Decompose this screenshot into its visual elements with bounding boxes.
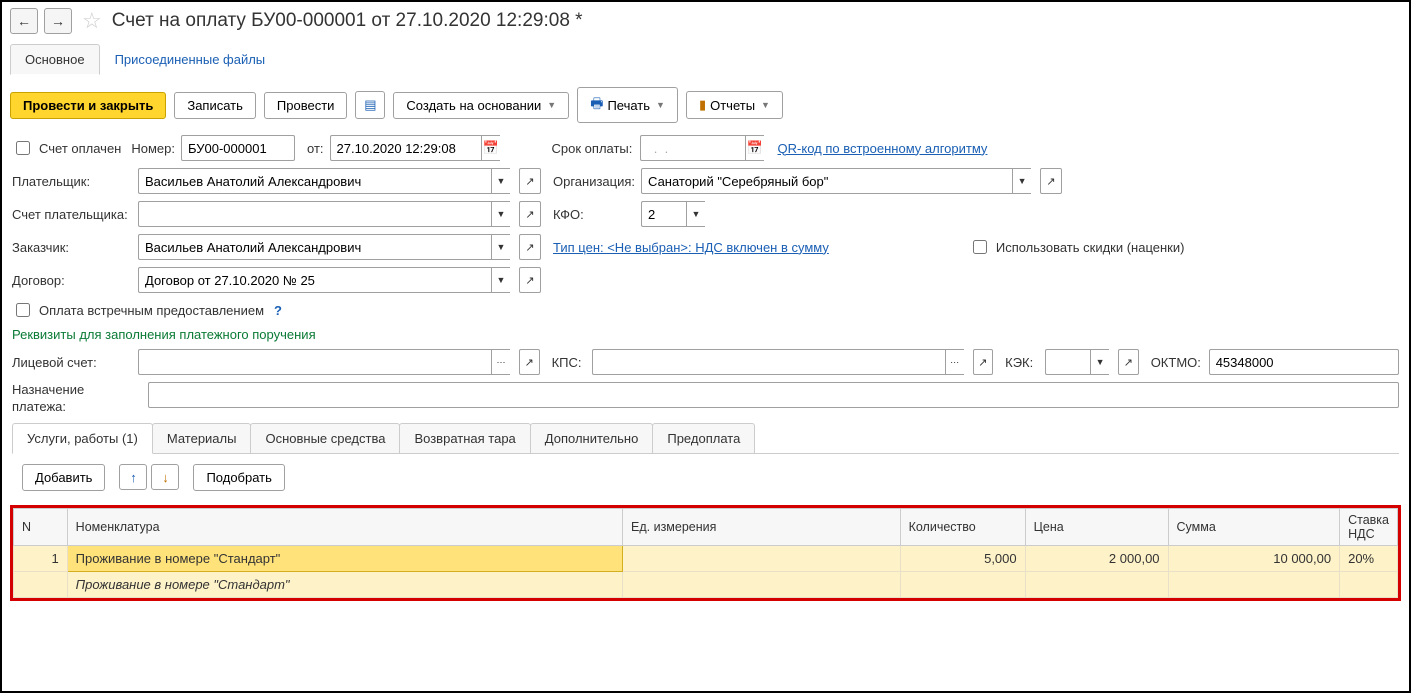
due-input[interactable] bbox=[640, 135, 745, 161]
purpose-input[interactable] bbox=[148, 382, 1399, 408]
number-input[interactable] bbox=[181, 135, 295, 161]
kek-input[interactable] bbox=[1045, 349, 1090, 375]
pick-button[interactable]: Подобрать bbox=[193, 464, 284, 491]
pers-acc-label: Лицевой счет: bbox=[12, 355, 132, 370]
tab-fixed-assets[interactable]: Основные средства bbox=[250, 423, 400, 453]
list-icon-button[interactable]: ▤ bbox=[355, 91, 385, 119]
counter-checkbox[interactable] bbox=[16, 303, 30, 317]
tab-attached-files[interactable]: Присоединенные файлы bbox=[100, 44, 281, 75]
kek-label: КЭК: bbox=[1005, 355, 1039, 370]
print-button[interactable]: 🖶Печать▼ bbox=[577, 87, 678, 123]
customer-label: Заказчик: bbox=[12, 240, 132, 255]
favorite-star-icon[interactable]: ☆ bbox=[82, 8, 102, 34]
post-and-close-button[interactable]: Провести и закрыть bbox=[10, 92, 166, 119]
open-icon[interactable]: ↗ bbox=[519, 168, 541, 194]
oktmo-input[interactable] bbox=[1209, 349, 1399, 375]
table-row[interactable]: 1 Проживание в номере "Стандарт" 5,000 2… bbox=[14, 545, 1398, 571]
dropdown-icon[interactable]: ▼ bbox=[491, 168, 510, 194]
discounts-checkbox[interactable] bbox=[973, 240, 987, 254]
purpose-label: Назначение платежа: bbox=[12, 382, 142, 416]
tab-returnable[interactable]: Возвратная тара bbox=[399, 423, 530, 453]
tab-prepay[interactable]: Предоплата bbox=[652, 423, 755, 453]
ellipsis-icon[interactable]: ⋯ bbox=[491, 349, 510, 375]
from-label: от: bbox=[307, 141, 324, 156]
org-label: Организация: bbox=[553, 174, 635, 189]
calendar-icon[interactable]: 📅 bbox=[745, 135, 764, 161]
date-input[interactable] bbox=[330, 135, 481, 161]
pers-acc-input[interactable] bbox=[138, 349, 491, 375]
reports-button[interactable]: ▮Отчеты▼ bbox=[686, 91, 783, 119]
col-unit[interactable]: Ед. измерения bbox=[623, 508, 901, 545]
dropdown-icon[interactable]: ▼ bbox=[1090, 349, 1109, 375]
due-label: Срок оплаты: bbox=[552, 141, 634, 156]
kfo-input[interactable] bbox=[641, 201, 686, 227]
tab-services[interactable]: Услуги, работы (1) bbox=[12, 423, 153, 454]
save-button[interactable]: Записать bbox=[174, 92, 256, 119]
col-nomenclature[interactable]: Номенклатура bbox=[67, 508, 622, 545]
col-price[interactable]: Цена bbox=[1025, 508, 1168, 545]
nav-forward-button[interactable]: → bbox=[44, 8, 72, 34]
services-grid[interactable]: N Номенклатура Ед. измерения Количество … bbox=[10, 505, 1401, 601]
open-icon[interactable]: ↗ bbox=[1040, 168, 1062, 194]
printer-icon: 🖶 bbox=[590, 93, 603, 117]
payer-acc-label: Счет плательщика: bbox=[12, 207, 132, 222]
discounts-label: Использовать скидки (наценки) bbox=[996, 240, 1185, 255]
number-label: Номер: bbox=[131, 141, 175, 156]
payer-acc-input[interactable] bbox=[138, 201, 491, 227]
open-icon[interactable]: ↗ bbox=[519, 267, 541, 293]
kps-label: КПС: bbox=[552, 355, 586, 370]
payer-input[interactable] bbox=[138, 168, 491, 194]
add-row-button[interactable]: Добавить bbox=[22, 464, 105, 491]
move-up-button[interactable]: ↑ bbox=[119, 464, 147, 490]
chart-icon: ▮ bbox=[699, 97, 706, 113]
col-sum[interactable]: Сумма bbox=[1168, 508, 1340, 545]
org-input[interactable] bbox=[641, 168, 1012, 194]
oktmo-label: ОКТМО: bbox=[1151, 355, 1203, 370]
payment-details-link[interactable]: Реквизиты для заполнения платежного пору… bbox=[12, 327, 316, 342]
open-icon[interactable]: ↗ bbox=[519, 349, 540, 375]
customer-input[interactable] bbox=[138, 234, 491, 260]
ellipsis-icon[interactable]: ⋯ bbox=[945, 349, 964, 375]
dropdown-icon[interactable]: ▼ bbox=[491, 201, 510, 227]
move-down-button[interactable]: ↓ bbox=[151, 464, 179, 490]
dropdown-icon[interactable]: ▼ bbox=[686, 201, 705, 227]
tab-additional[interactable]: Дополнительно bbox=[530, 423, 654, 453]
nav-back-button[interactable]: ← bbox=[10, 8, 38, 34]
table-row-desc[interactable]: Проживание в номере "Стандарт" bbox=[14, 571, 1398, 597]
kps-input[interactable] bbox=[592, 349, 945, 375]
contract-input[interactable] bbox=[138, 267, 491, 293]
open-icon[interactable]: ↗ bbox=[519, 201, 541, 227]
open-icon[interactable]: ↗ bbox=[519, 234, 541, 260]
contract-label: Договор: bbox=[12, 273, 132, 288]
open-icon[interactable]: ↗ bbox=[1118, 349, 1139, 375]
price-type-link[interactable]: Тип цен: <Не выбран>: НДС включен в сумм… bbox=[553, 240, 829, 255]
col-qty[interactable]: Количество bbox=[900, 508, 1025, 545]
page-title: Счет на оплату БУ00-000001 от 27.10.2020… bbox=[112, 10, 583, 32]
paid-checkbox[interactable] bbox=[16, 141, 30, 155]
post-button[interactable]: Провести bbox=[264, 92, 348, 119]
open-icon[interactable]: ↗ bbox=[973, 349, 994, 375]
payer-label: Плательщик: bbox=[12, 174, 132, 189]
counter-label: Оплата встречным предоставлением bbox=[39, 303, 264, 318]
calendar-icon[interactable]: 📅 bbox=[481, 135, 500, 161]
qr-code-link[interactable]: QR-код по встроенному алгоритму bbox=[778, 141, 988, 156]
col-vat[interactable]: Ставка НДС bbox=[1340, 508, 1398, 545]
tab-materials[interactable]: Материалы bbox=[152, 423, 252, 453]
create-based-button[interactable]: Создать на основании▼ bbox=[393, 92, 569, 119]
dropdown-icon[interactable]: ▼ bbox=[491, 267, 510, 293]
col-n[interactable]: N bbox=[14, 508, 68, 545]
help-icon[interactable]: ? bbox=[274, 303, 282, 318]
dropdown-icon[interactable]: ▼ bbox=[1012, 168, 1031, 194]
dropdown-icon[interactable]: ▼ bbox=[491, 234, 510, 260]
tab-main[interactable]: Основное bbox=[10, 44, 100, 75]
paid-label: Счет оплачен bbox=[39, 141, 121, 156]
kfo-label: КФО: bbox=[553, 207, 635, 222]
